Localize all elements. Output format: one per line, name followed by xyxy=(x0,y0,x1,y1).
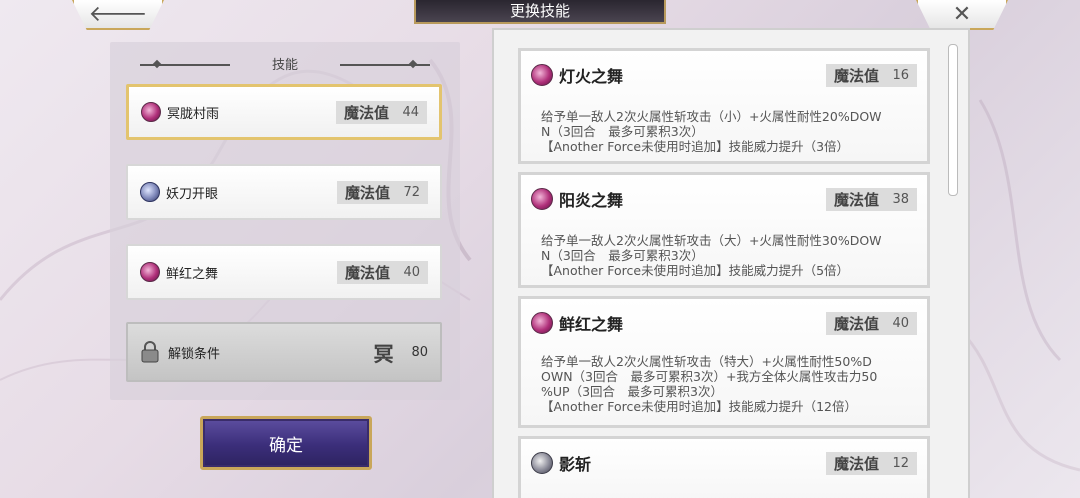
scrollbar[interactable] xyxy=(948,44,958,196)
mp-label: 魔法值 xyxy=(344,263,390,282)
mp-cost: 魔法值 72 xyxy=(336,180,428,204)
mp-label: 魔法值 xyxy=(343,103,389,122)
description-line: 【Another Force未使用时追加】技能威力提升（5倍） xyxy=(541,263,850,278)
skill-name: 妖刀开眼 xyxy=(166,186,219,202)
gray-orb-icon xyxy=(531,452,553,474)
skill-name: 灯火之舞 xyxy=(559,67,624,86)
purple-orb-icon xyxy=(531,64,553,86)
mp-value: 40 xyxy=(892,315,909,331)
purple-orb-icon xyxy=(531,312,553,334)
description-line: 【Another Force未使用时追加】技能威力提升（12倍） xyxy=(541,399,857,414)
skill-slot-2[interactable]: 妖刀开眼 魔法值 72 xyxy=(126,164,442,220)
ornament-right xyxy=(340,64,430,66)
unlock-condition-label: 解锁条件 xyxy=(168,346,221,362)
panel-header: 技能 xyxy=(110,54,460,76)
description-line: N（3回合 最多可累积3次） xyxy=(541,248,704,263)
skill-list-panel: 灯火之舞 魔法值 16 给予单一敌人2次火属性斩攻击（小）+火属性耐性20%DO… xyxy=(492,28,970,498)
mp-label: 魔法值 xyxy=(833,314,879,333)
skill-name: 鲜红之舞 xyxy=(559,315,624,334)
description-line: OWN（3回合 最多可累积3次）+我方全体火属性攻击力50 xyxy=(541,369,878,384)
page-title: 更换技能 xyxy=(414,0,666,24)
mp-label: 魔法值 xyxy=(833,190,879,209)
close-button[interactable]: ✕ xyxy=(916,0,1008,30)
skill-name: 影斩 xyxy=(559,455,592,474)
equipped-skills-panel: 技能 冥胧村雨 魔法值 44 妖刀开眼 魔法值 72 鲜红之舞 魔法值 40 解… xyxy=(110,42,460,400)
skill-description: 给予单一敌人2次火属性斩攻击（大）+火属性耐性30%DOW N（3回合 最多可累… xyxy=(541,233,919,278)
skill-name: 冥胧村雨 xyxy=(167,106,220,122)
skill-name: 阳炎之舞 xyxy=(559,191,624,210)
mp-value: 44 xyxy=(402,104,419,120)
skill-detail-card[interactable]: 灯火之舞 魔法值 16 给予单一敌人2次火属性斩攻击（小）+火属性耐性20%DO… xyxy=(518,48,930,164)
mp-value: 12 xyxy=(892,455,909,471)
mp-cost: 魔法值 40 xyxy=(825,311,917,335)
locked-skill-slot[interactable]: 解锁条件 冥 80 xyxy=(126,322,442,382)
purple-orb-icon xyxy=(141,102,161,122)
mp-cost: 魔法值 38 xyxy=(825,187,917,211)
back-arrow-icon: 🡐 xyxy=(88,2,148,27)
description-line: 给予单一敌人2次火属性斩攻击（大）+火属性耐性30%DOW xyxy=(541,233,882,248)
description-line: 【Another Force未使用时追加】技能威力提升（3倍） xyxy=(541,139,850,154)
description-line: N（3回合 最多可累积3次） xyxy=(541,124,704,139)
skill-detail-card[interactable]: 鲜红之舞 魔法值 40 给予单一敌人2次火属性斩攻击（特大）+火属性耐性50%D… xyxy=(518,296,930,428)
mp-cost: 魔法值 40 xyxy=(336,260,428,284)
mp-value: 38 xyxy=(892,191,909,207)
purple-orb-icon xyxy=(531,188,553,210)
purple-orb-icon xyxy=(140,262,160,282)
close-icon: ✕ xyxy=(952,1,972,27)
mp-label: 魔法值 xyxy=(344,183,390,202)
mp-cost: 魔法值 16 xyxy=(825,63,917,87)
skill-slot-3[interactable]: 鲜红之舞 魔法值 40 xyxy=(126,244,442,300)
skill-name: 鲜红之舞 xyxy=(166,266,219,282)
skill-description: 给予单一敌人2次火属性斩攻击（特大）+火属性耐性50%D OWN（3回合 最多可… xyxy=(541,354,919,414)
mp-value: 72 xyxy=(403,184,420,200)
description-line: %UP（3回合 最多可累积3次） xyxy=(541,384,723,399)
unlock-kanji: 冥 xyxy=(373,341,394,366)
skill-slot-1[interactable]: 冥胧村雨 魔法值 44 xyxy=(126,84,442,140)
mp-cost: 魔法值 44 xyxy=(335,100,427,124)
skill-detail-card[interactable]: 影斩 魔法值 12 xyxy=(518,436,930,498)
unlock-value: 80 xyxy=(411,344,428,360)
confirm-button[interactable]: 确定 xyxy=(200,416,372,470)
lock-icon xyxy=(141,341,159,363)
skill-detail-card[interactable]: 阳炎之舞 魔法值 38 给予单一敌人2次火属性斩攻击（大）+火属性耐性30%DO… xyxy=(518,172,930,288)
blue-snowflake-icon xyxy=(140,182,160,202)
mp-cost: 魔法值 12 xyxy=(825,451,917,475)
mp-label: 魔法值 xyxy=(833,454,879,473)
description-line: 给予单一敌人2次火属性斩攻击（特大）+火属性耐性50%D xyxy=(541,354,872,369)
description-line: 给予单一敌人2次火属性斩攻击（小）+火属性耐性20%DOW xyxy=(541,109,882,124)
mp-value: 16 xyxy=(892,67,909,83)
back-button[interactable]: 🡐 xyxy=(72,0,164,30)
mp-value: 40 xyxy=(403,264,420,280)
skill-description: 给予单一敌人2次火属性斩攻击（小）+火属性耐性20%DOW N（3回合 最多可累… xyxy=(541,109,919,154)
mp-label: 魔法值 xyxy=(833,66,879,85)
